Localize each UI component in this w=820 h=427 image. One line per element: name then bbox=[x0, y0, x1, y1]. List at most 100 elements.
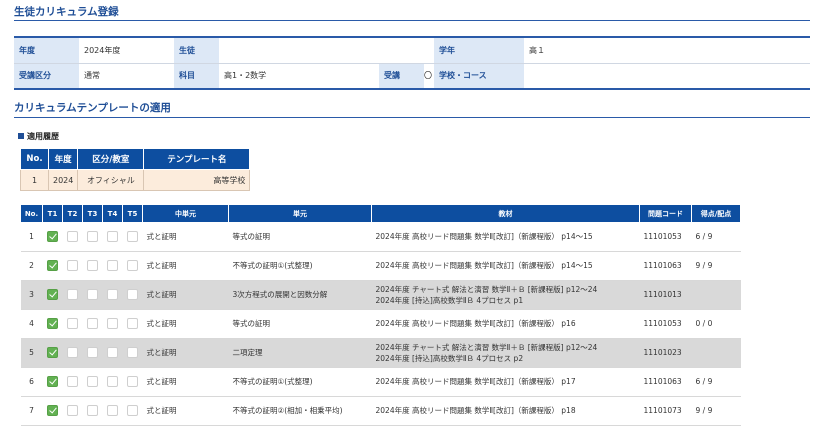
tangen-cell: 二項定理 bbox=[228, 338, 372, 368]
school-label: 学校・コース bbox=[434, 62, 524, 90]
test-cell-t5 bbox=[122, 367, 143, 397]
chutangen-cell: 式と証明 bbox=[142, 396, 229, 426]
checkbox-t3[interactable] bbox=[87, 230, 98, 242]
checkbox-t2[interactable] bbox=[67, 347, 78, 358]
chutangen-cell: 式と証明 bbox=[142, 222, 229, 252]
test-cell-t3 bbox=[82, 222, 103, 252]
problem-code-cell: 11101013 bbox=[639, 280, 692, 310]
test-cell-t4 bbox=[102, 251, 123, 281]
checkbox-t3[interactable] bbox=[87, 405, 98, 416]
test-cell-t3 bbox=[82, 367, 103, 397]
checkbox-t1[interactable] bbox=[47, 405, 58, 416]
curriculum-row: 6 式と証明 不等式の証明①(式整理) 2024年度 高校リード問題集 数学Ⅱ[改訂]… bbox=[20, 367, 741, 397]
kyozai-line: 2024年度 高校リード問題集 数学Ⅱ[改訂]（新課程版） p14～15 bbox=[375, 261, 593, 270]
checkbox-t2[interactable] bbox=[67, 230, 78, 242]
test-cell-t2 bbox=[62, 396, 83, 426]
checkbox-t5[interactable] bbox=[127, 289, 138, 300]
checkbox-t1[interactable] bbox=[47, 260, 58, 271]
checkbox-t4[interactable] bbox=[107, 318, 118, 329]
checkbox-t4[interactable] bbox=[107, 347, 118, 358]
checkbox-t5[interactable] bbox=[127, 405, 138, 416]
test-cell-t2 bbox=[62, 367, 83, 397]
checkbox-t2[interactable] bbox=[67, 260, 78, 271]
checkbox-t5[interactable] bbox=[127, 260, 138, 271]
test-cell-t4 bbox=[102, 309, 123, 339]
student-value bbox=[219, 36, 434, 64]
test-cell-t1 bbox=[42, 338, 63, 368]
curriculum-row: 5 式と証明 二項定理 2024年度 チャート式 解法と演習 数学Ⅱ＋Ｂ [新課程版]… bbox=[20, 338, 741, 368]
chutangen-cell: 式と証明 bbox=[142, 338, 229, 368]
kyozai-cell: 2024年度 チャート式 解法と演習 数学Ⅱ＋Ｂ [新課程版] p12～24 20… bbox=[371, 280, 640, 310]
subject-label: 科目 bbox=[174, 62, 219, 90]
row-no: 1 bbox=[20, 222, 43, 252]
checkbox-t3[interactable] bbox=[87, 289, 98, 300]
checkbox-t4[interactable] bbox=[107, 260, 118, 271]
curriculum-row: 3 式と証明 3次方程式の展開と因数分解 2024年度 チャート式 解法と演習 数学Ⅱ… bbox=[20, 280, 741, 310]
checkbox-t1[interactable] bbox=[47, 318, 58, 329]
checkbox-t3[interactable] bbox=[87, 347, 98, 358]
test-cell-t1 bbox=[42, 280, 63, 310]
curriculum-row: 1 式と証明 等式の証明 2024年度 高校リード問題集 数学Ⅱ[改訂]（新課程版） … bbox=[20, 222, 741, 252]
col-header-chutangen: 中単元 bbox=[142, 205, 229, 222]
test-cell-t4 bbox=[102, 396, 123, 426]
checkbox-t5[interactable] bbox=[127, 318, 138, 329]
kyozai-line: 2024年度 高校リード問題集 数学Ⅱ[改訂]（新課程版） p18 bbox=[375, 406, 576, 415]
kubun-value: 通常 bbox=[79, 62, 174, 90]
checkbox-t4[interactable] bbox=[107, 376, 118, 387]
history-header-name: テンプレート名 bbox=[143, 148, 251, 170]
tangen-cell: 不等式の証明①(式整理) bbox=[228, 251, 372, 281]
col-header-code: 問題コード bbox=[639, 205, 692, 222]
checkbox-t4[interactable] bbox=[107, 230, 118, 242]
checkbox-t3[interactable] bbox=[87, 376, 98, 387]
score-cell: 6 / 9 bbox=[691, 367, 741, 397]
curriculum-header-row: No. T1 T2 T3 T4 T5 中単元 単元 教材 問題コード 得点/配点 bbox=[20, 205, 741, 222]
test-cell-t3 bbox=[82, 309, 103, 339]
test-cell-t1 bbox=[42, 251, 63, 281]
test-cell-t1 bbox=[42, 367, 63, 397]
row-no: 3 bbox=[20, 280, 43, 310]
page-title: 生徒カリキュラム登録 bbox=[14, 6, 119, 18]
student-label: 生徒 bbox=[174, 36, 219, 64]
checkbox-t5[interactable] bbox=[127, 376, 138, 387]
curriculum-body: 1 式と証明 等式の証明 2024年度 高校リード問題集 数学Ⅱ[改訂]（新課程版） … bbox=[20, 222, 741, 426]
tangen-cell: 等式の証明 bbox=[228, 222, 372, 252]
chutangen-cell: 式と証明 bbox=[142, 280, 229, 310]
problem-code-cell: 11101053 bbox=[639, 222, 692, 252]
checkbox-t2[interactable] bbox=[67, 289, 78, 300]
col-header-kyozai: 教材 bbox=[371, 205, 640, 222]
checkbox-t5[interactable] bbox=[127, 230, 138, 242]
test-cell-t1 bbox=[42, 222, 63, 252]
checkbox-t2[interactable] bbox=[67, 405, 78, 416]
checkbox-t4[interactable] bbox=[107, 405, 118, 416]
tangen-cell: 不等式の証明②(相加・相乗平均) bbox=[228, 396, 372, 426]
grade-label: 学年 bbox=[434, 36, 524, 64]
history-year: 2024 bbox=[47, 169, 79, 191]
test-cell-t4 bbox=[102, 280, 123, 310]
checkbox-t2[interactable] bbox=[67, 318, 78, 329]
curriculum-table: No. T1 T2 T3 T4 T5 中単元 単元 教材 問題コード 得点/配点… bbox=[20, 205, 741, 426]
square-bullet-icon bbox=[18, 133, 24, 139]
checkbox-t3[interactable] bbox=[87, 318, 98, 329]
checkbox-t4[interactable] bbox=[107, 289, 118, 300]
col-header-t1: T1 bbox=[42, 205, 63, 222]
template-section-title: カリキュラムテンプレートの適用 bbox=[14, 102, 171, 114]
checkbox-t5[interactable] bbox=[127, 347, 138, 358]
score-cell bbox=[691, 280, 741, 310]
test-cell-t5 bbox=[122, 280, 143, 310]
checkbox-t1[interactable] bbox=[47, 376, 58, 387]
test-cell-t2 bbox=[62, 280, 83, 310]
checkbox-t3[interactable] bbox=[87, 260, 98, 271]
checkbox-t1[interactable] bbox=[47, 230, 58, 242]
kyozai-cell: 2024年度 高校リード問題集 数学Ⅱ[改訂]（新課程版） p14～15 bbox=[371, 251, 640, 281]
test-cell-t3 bbox=[82, 280, 103, 310]
checkbox-t1[interactable] bbox=[47, 289, 58, 300]
checkbox-t1[interactable] bbox=[47, 347, 58, 358]
test-cell-t4 bbox=[102, 222, 123, 252]
checkbox-t2[interactable] bbox=[67, 376, 78, 387]
test-cell-t3 bbox=[82, 396, 103, 426]
history-heading: 適用履歴 bbox=[18, 131, 59, 142]
score-cell: 6 / 9 bbox=[691, 222, 741, 252]
test-cell-t3 bbox=[82, 251, 103, 281]
test-cell-t5 bbox=[122, 338, 143, 368]
row-no: 5 bbox=[20, 338, 43, 368]
